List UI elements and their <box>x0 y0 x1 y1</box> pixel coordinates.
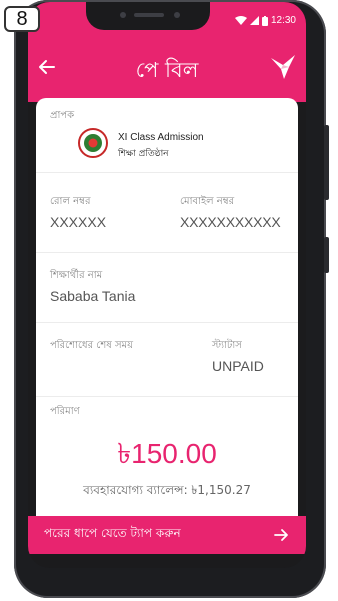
student-label: শিক্ষার্থীর নাম <box>50 270 103 281</box>
camera-notch <box>86 2 210 30</box>
status-bar: 12:30 <box>234 15 296 26</box>
status-label: স্ট্যাটাস <box>212 340 242 351</box>
roll-value: XXXXXX <box>50 214 107 230</box>
receiver-subtitle: শিক্ষা প্রতিষ্ঠান <box>118 149 169 159</box>
battery-icon <box>261 15 268 26</box>
page-title: পে বিল <box>135 58 199 82</box>
receiver-label: প্রাপক <box>50 110 75 121</box>
student-value: Sababa Tania <box>50 288 136 304</box>
status-column: স্ট্যাটাস UNPAID <box>212 338 264 374</box>
student-section: শিক্ষার্থীর নাম Sababa Tania <box>36 252 298 323</box>
bill-card: প্রাপক XI Class Admission শিক্ষা প্রতিষ্… <box>36 98 298 538</box>
deadline-column: পরিশোধের শেষ সময় <box>50 338 133 355</box>
mobile-column: মোবাইল নম্বর XXXXXXXXXXX <box>180 194 281 230</box>
signal-icon <box>249 16 259 25</box>
side-button-lower <box>324 237 329 273</box>
receiver-section: প্রাপক XI Class Admission শিক্ষা প্রতিষ্… <box>36 98 298 173</box>
student-column: শিক্ষার্থীর নাম Sababa Tania <box>50 268 135 304</box>
step-badge: 8 <box>4 6 40 32</box>
mobile-label: মোবাইল নম্বর <box>180 196 235 207</box>
available-balance: ব্যবহারযোগ্য ব্যালেন্স: ৳1,150.27 <box>83 483 251 497</box>
status-value: UNPAID <box>212 358 264 374</box>
sensor-dot <box>120 12 126 18</box>
next-step-label: পরের ধাপে যেতে ট্যাপ করুন <box>44 526 181 540</box>
bird-logo-icon <box>271 55 295 79</box>
forward-arrow-icon <box>274 529 288 541</box>
amount-value: ৳150.00 <box>117 438 217 469</box>
side-button-upper <box>324 125 329 200</box>
next-step-button[interactable]: পরের ধাপে যেতে ট্যাপ করুন <box>28 516 306 554</box>
app-header: 12:30 পে বিল <box>28 2 306 102</box>
speaker-grille <box>134 13 164 17</box>
back-arrow-icon[interactable] <box>36 56 58 78</box>
deadline-label: পরিশোধের শেষ সময় <box>50 340 134 351</box>
mobile-value: XXXXXXXXXXX <box>180 214 281 230</box>
camera-dot <box>174 12 180 18</box>
receiver-name: XI Class Admission <box>118 132 204 143</box>
institution-seal-icon <box>78 128 108 158</box>
deadline-status-section: পরিশোধের শেষ সময় স্ট্যাটাস UNPAID <box>36 322 298 397</box>
amount-label: পরিমাণ <box>50 406 80 417</box>
phone-screen: 12:30 পে বিল প্রাপক XI Class Admission শ… <box>28 2 306 568</box>
status-time: 12:30 <box>270 15 296 26</box>
roll-mobile-section: রোল নম্বর XXXXXX মোবাইল নম্বর XXXXXXXXXX… <box>36 172 298 253</box>
roll-column: রোল নম্বর XXXXXX <box>50 194 106 230</box>
wifi-icon <box>234 16 247 25</box>
roll-label: রোল নম্বর <box>50 196 91 207</box>
